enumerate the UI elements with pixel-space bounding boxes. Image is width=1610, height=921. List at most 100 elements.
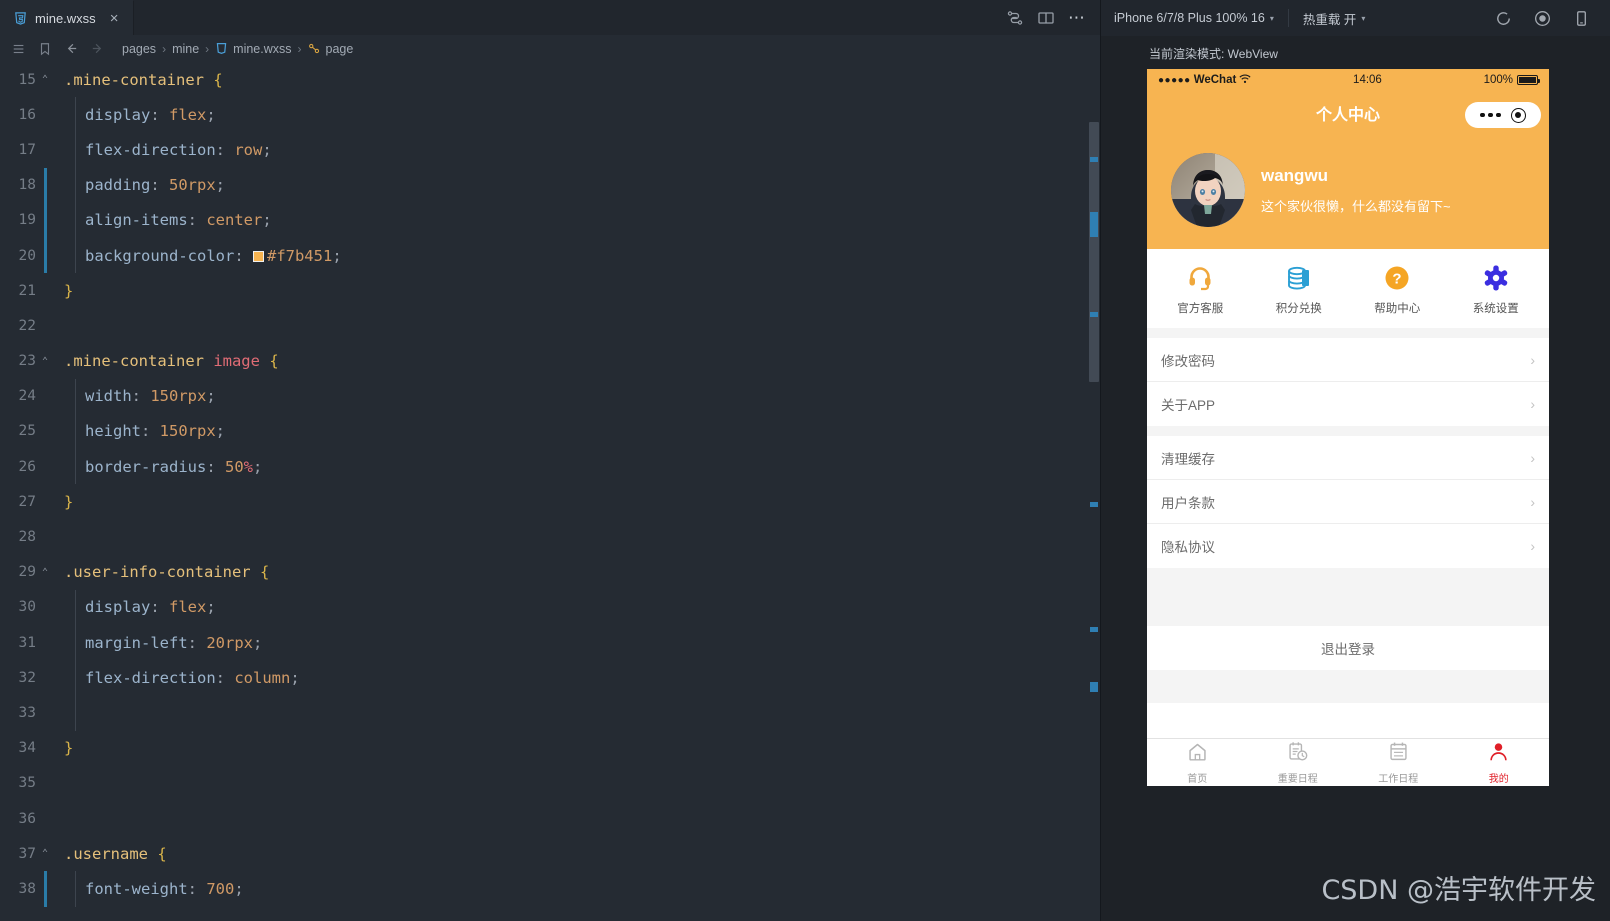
code-line[interactable]: 23 ⌃ .mine-container image { [0, 344, 1100, 379]
home-icon [1187, 741, 1208, 767]
code-editor-area[interactable]: 15 ⌃ .mine-container {16 display: flex; 17 fl… [0, 62, 1100, 921]
close-icon[interactable]: × [107, 11, 122, 26]
code-line[interactable]: 25 height: 150rpx; [0, 413, 1100, 450]
breadcrumb-item-mine[interactable]: mine [172, 42, 199, 56]
code-line[interactable]: 18 padding: 50rpx; [0, 167, 1100, 203]
fold-chevron-icon[interactable]: ⌃ [36, 356, 54, 367]
list-item[interactable]: 用户条款 › [1147, 480, 1549, 524]
avatar[interactable] [1171, 153, 1245, 227]
more-actions-icon[interactable]: ⋯ [1068, 9, 1086, 26]
code-token: ; [262, 140, 272, 159]
grid-item-coins-stack[interactable]: 积分兑换 [1250, 265, 1349, 316]
code-line[interactable]: 32 flex-direction: column; [0, 660, 1100, 696]
code-line[interactable]: 36 [0, 801, 1100, 836]
code-token: width [85, 387, 132, 406]
code-line[interactable]: 37 ⌃ .username { [0, 836, 1100, 871]
code-text: display: flex; [60, 106, 216, 124]
tab-schedule-clock[interactable]: 重要日程 [1248, 739, 1349, 786]
hot-reload-toggle[interactable]: 热重载 开 ▾ [1289, 9, 1380, 28]
line-number: 18 [18, 177, 36, 194]
code-line[interactable]: 26 border-radius: 50%; [0, 449, 1100, 485]
code-text: } [60, 282, 73, 300]
line-number: 15 [18, 71, 36, 88]
list-item[interactable]: 隐私协议 › [1147, 524, 1549, 568]
code-text: font-weight: 700; [60, 880, 244, 898]
code-line[interactable]: 29 ⌃ .user-info-container { [0, 555, 1100, 590]
wxss-file-icon [215, 42, 228, 55]
chevron-down-icon: ▾ [1361, 13, 1366, 23]
editor-tab-mine-wxss[interactable]: mine.wxss × [0, 0, 134, 35]
code-line[interactable]: 21} [0, 273, 1100, 308]
code-token: } [64, 492, 74, 511]
color-swatch[interactable] [252, 250, 264, 262]
simulator-toolbar: iPhone 6/7/8 Plus 100% 16 ▾ 热重载 开 ▾ [1101, 0, 1610, 36]
code-token: ; [262, 211, 272, 230]
code-line[interactable]: 33 [0, 695, 1100, 731]
battery-percent-label: 100% [1483, 74, 1513, 86]
breadcrumb-item-page[interactable]: page [326, 42, 354, 56]
code-line[interactable]: 17 flex-direction: row; [0, 132, 1100, 168]
device-toggle-icon[interactable] [1572, 9, 1591, 28]
code-line[interactable]: 27} [0, 484, 1100, 519]
logout-button[interactable]: 退出登录 [1147, 626, 1549, 670]
list-item-label: 清理缓存 [1161, 451, 1215, 467]
grid-item-headset[interactable]: 官方客服 [1151, 265, 1250, 316]
compile-refresh-icon[interactable] [1006, 9, 1024, 27]
tab-home[interactable]: 首页 [1147, 739, 1248, 786]
code-token: row [234, 140, 263, 159]
code-token: #f7b451 [266, 246, 333, 265]
code-line[interactable]: 16 display: flex; [0, 97, 1100, 133]
code-line[interactable]: 22 [0, 308, 1100, 343]
wechat-capsule-button[interactable] [1465, 102, 1541, 128]
code-token: column [234, 668, 291, 687]
code-line[interactable]: 30 display: flex; [0, 589, 1100, 625]
line-number: 24 [18, 388, 36, 405]
split-editor-icon[interactable] [1037, 9, 1055, 27]
code-token: { [157, 844, 167, 863]
grid-item-question-circle[interactable]: ? 帮助中心 [1348, 265, 1447, 316]
code-token: ; [253, 457, 263, 476]
bookmark-icon[interactable] [32, 38, 58, 60]
list-item[interactable]: 修改密码 › [1147, 338, 1549, 382]
tab-label: 我的 [1488, 773, 1509, 785]
app-root: mine.wxss × ⋯ pages › mine › mine.wxss ›… [0, 0, 1610, 921]
code-token: ; [234, 879, 244, 898]
code-line[interactable]: 28 [0, 519, 1100, 554]
tab-user[interactable]: 我的 [1449, 739, 1550, 786]
code-line[interactable]: 15 ⌃ .mine-container { [0, 62, 1100, 97]
code-line[interactable]: 35 [0, 766, 1100, 801]
code-line[interactable]: 19 align-items: center; [0, 202, 1100, 238]
list-item[interactable]: 清理缓存 › [1147, 436, 1549, 480]
close-miniprogram-icon[interactable] [1510, 107, 1526, 123]
code-token: % [243, 457, 254, 476]
list-menu-icon[interactable] [6, 38, 32, 60]
more-menu-icon[interactable] [1480, 112, 1501, 118]
record-icon[interactable] [1533, 9, 1552, 28]
code-line[interactable]: 31 margin-left: 20rpx; [0, 625, 1100, 661]
arrow-left-icon[interactable] [58, 38, 84, 60]
code-line[interactable]: 20 background-color: #f7b451; [0, 237, 1100, 274]
wifi-icon [1239, 74, 1251, 87]
breadcrumb-item-pages[interactable]: pages [122, 42, 156, 56]
grid-item-gear[interactable]: 系统设置 [1447, 265, 1546, 316]
code-token: : [141, 422, 160, 441]
indent-guide [75, 167, 76, 203]
code-token: : [215, 140, 235, 159]
changed-line-marker [44, 167, 47, 203]
list-item[interactable]: 关于APP › [1147, 382, 1549, 426]
code-token: 20rpx [206, 633, 253, 652]
code-line[interactable]: 34} [0, 731, 1100, 766]
device-selector[interactable]: iPhone 6/7/8 Plus 100% 16 ▾ [1114, 11, 1288, 25]
refresh-icon[interactable] [1494, 9, 1513, 28]
breadcrumb-item-file[interactable]: mine.wxss [233, 42, 291, 56]
headset-icon [1187, 265, 1213, 291]
fold-chevron-icon[interactable]: ⌃ [36, 74, 54, 85]
fold-chevron-icon[interactable]: ⌃ [36, 567, 54, 578]
changed-line-marker [44, 237, 47, 274]
fold-chevron-icon[interactable]: ⌃ [36, 848, 54, 859]
code-line[interactable]: 38 font-weight: 700; [0, 871, 1100, 907]
code-line[interactable]: 24 width: 150rpx; [0, 378, 1100, 414]
tab-calendar[interactable]: 工作日程 [1348, 739, 1449, 786]
code-token: ; [253, 633, 263, 652]
